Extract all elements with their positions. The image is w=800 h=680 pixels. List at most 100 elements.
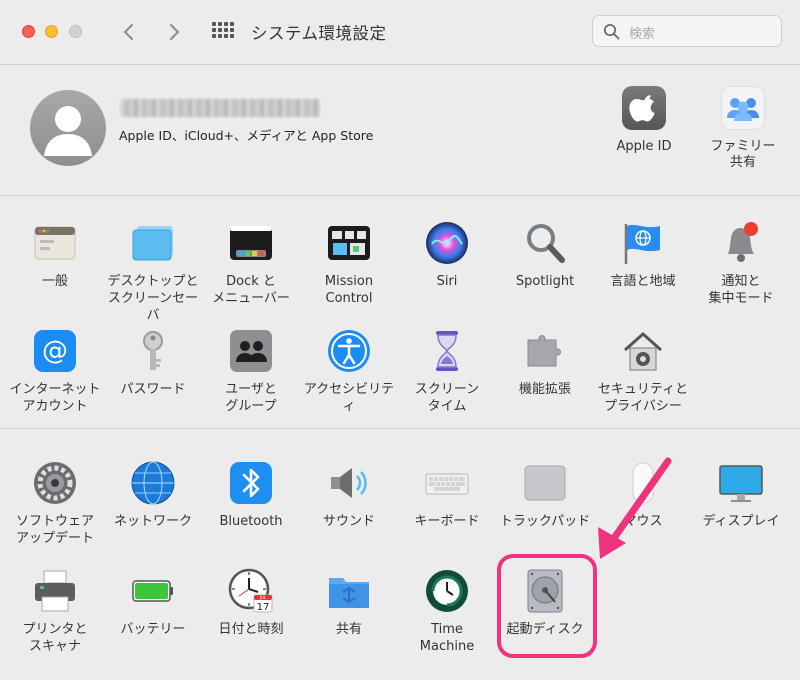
- search-field[interactable]: 検索: [592, 15, 782, 47]
- account-section: Apple ID、iCloud+、メディアと App Store Apple I…: [0, 65, 800, 196]
- general-icon: [32, 220, 78, 266]
- pane-label: 機能拡張: [518, 382, 571, 397]
- notification-bell-icon: [718, 220, 764, 266]
- internet-accounts-icon: @: [32, 328, 78, 374]
- back-chevron-icon[interactable]: [115, 18, 143, 46]
- printer-icon: [32, 568, 78, 614]
- language-flag-icon: [620, 220, 666, 266]
- keyboard-icon: [424, 460, 470, 506]
- pane-bluetooth[interactable]: Bluetooth: [202, 460, 300, 530]
- close-window-button[interactable]: [22, 25, 35, 38]
- pane-label: 日付と時刻: [218, 622, 284, 637]
- accessibility-icon: [326, 328, 372, 374]
- search-icon: [603, 23, 620, 40]
- family-sharing-pane[interactable]: ファミリー 共有: [693, 86, 793, 171]
- account-subtitle: Apple ID、iCloud+、メディアと App Store: [119, 128, 374, 143]
- pane-label: Dock と メニューバー: [212, 274, 290, 306]
- pane-language-region[interactable]: 言語と地域: [594, 220, 692, 290]
- pane-notifications-focus[interactable]: 通知と 集中モード: [692, 220, 790, 307]
- show-all-grid-icon[interactable]: [210, 20, 234, 44]
- startup-disk-highlight-box: [497, 554, 597, 658]
- key-icon: [130, 328, 176, 374]
- pane-keyboard[interactable]: キーボード: [398, 460, 496, 530]
- pane-label: パスワード: [120, 382, 186, 397]
- pane-software-update[interactable]: ソフトウェア アップデート: [6, 460, 104, 547]
- user-avatar[interactable]: [30, 90, 106, 166]
- pane-desktop-screensaver[interactable]: デスクトップと スクリーンセーバ: [104, 220, 202, 324]
- pane-label: ユーザと グループ: [225, 382, 277, 414]
- apple-id-pane[interactable]: Apple ID: [594, 86, 694, 155]
- pane-label: セキュリティと プライバシー: [597, 382, 689, 414]
- pane-label: Spotlight: [515, 274, 575, 289]
- display-icon: [718, 460, 764, 506]
- pane-label: キーボード: [414, 514, 480, 529]
- pane-extensions[interactable]: 機能拡張: [496, 328, 594, 398]
- pane-label: 通知と 集中モード: [708, 274, 774, 306]
- family-icon: [721, 86, 765, 130]
- pane-label: デスクトップと スクリーンセーバ: [107, 274, 199, 323]
- apple-logo-icon: [622, 86, 666, 130]
- siri-icon: [424, 220, 470, 266]
- forward-chevron-icon[interactable]: [160, 18, 188, 46]
- pane-label: プリンタと スキャナ: [22, 622, 88, 654]
- speaker-icon: [326, 460, 372, 506]
- sharing-folder-icon: [326, 568, 372, 614]
- pane-printers-scanners[interactable]: プリンタと スキャナ: [6, 568, 104, 655]
- pane-screen-time[interactable]: スクリーン タイム: [398, 328, 496, 415]
- search-placeholder: 検索: [629, 27, 656, 42]
- mission-control-icon: [326, 220, 372, 266]
- pane-trackpad[interactable]: トラックパッド: [496, 460, 594, 530]
- pane-time-machine[interactable]: Time Machine: [398, 568, 496, 655]
- battery-icon: [130, 568, 176, 614]
- pane-spotlight[interactable]: Spotlight: [496, 220, 594, 290]
- pane-label: Bluetooth: [219, 514, 283, 529]
- apple-id-label: Apple ID: [616, 139, 672, 154]
- svg-text:@: @: [42, 336, 68, 366]
- pane-sound[interactable]: サウンド: [300, 460, 398, 530]
- pane-dock-menubar[interactable]: Dock と メニューバー: [202, 220, 300, 307]
- bluetooth-icon: [228, 460, 274, 506]
- spotlight-icon: [522, 220, 568, 266]
- pane-label: 言語と地域: [610, 274, 676, 289]
- trackpad-icon: [522, 460, 568, 506]
- hourglass-icon: [424, 328, 470, 374]
- zoom-window-button[interactable]: [69, 25, 82, 38]
- security-house-icon: [620, 328, 666, 374]
- pane-general[interactable]: 一般: [6, 220, 104, 290]
- pane-sharing[interactable]: 共有: [300, 568, 398, 638]
- account-name-redacted: [120, 99, 320, 117]
- pane-displays[interactable]: ディスプレイ: [692, 460, 790, 530]
- calendar-day: 17: [257, 602, 270, 613]
- pane-network[interactable]: ネットワーク: [104, 460, 202, 530]
- pane-label: トラックパッド: [499, 514, 591, 529]
- pane-internet-accounts[interactable]: @ インターネット アカウント: [6, 328, 104, 415]
- time-machine-icon: [424, 568, 470, 614]
- pane-mission-control[interactable]: Mission Control: [300, 220, 398, 307]
- pane-label: インターネット アカウント: [9, 382, 101, 414]
- pane-date-time[interactable]: JUL 17 日付と時刻: [202, 568, 300, 638]
- pane-label: 一般: [41, 274, 68, 289]
- pane-battery[interactable]: バッテリー: [104, 568, 202, 638]
- pane-label: サウンド: [322, 514, 375, 529]
- network-globe-icon: [130, 460, 176, 506]
- puzzle-icon: [522, 328, 568, 374]
- users-icon: [228, 328, 274, 374]
- pane-siri[interactable]: Siri: [398, 220, 496, 290]
- dock-icon: [228, 220, 274, 266]
- window-title: システム環境設定: [251, 24, 387, 43]
- software-update-gear-icon: [32, 460, 78, 506]
- clock-calendar-icon: JUL 17: [228, 568, 274, 614]
- pane-accessibility[interactable]: アクセシビリティ: [300, 328, 398, 415]
- pane-users-groups[interactable]: ユーザと グループ: [202, 328, 300, 415]
- family-sharing-label: ファミリー 共有: [710, 139, 776, 170]
- pane-label: Mission Control: [324, 274, 374, 306]
- pane-security-privacy[interactable]: セキュリティと プライバシー: [594, 328, 692, 415]
- minimize-window-button[interactable]: [45, 25, 58, 38]
- pane-label: ディスプレイ: [702, 514, 780, 529]
- pane-label: Siri: [436, 274, 458, 289]
- pane-label: アクセシビリティ: [303, 382, 395, 414]
- pane-label: バッテリー: [120, 622, 186, 637]
- window-toolbar: システム環境設定 検索: [0, 0, 800, 65]
- pink-annotation-arrow-icon: [598, 457, 672, 559]
- pane-passwords[interactable]: パスワード: [104, 328, 202, 398]
